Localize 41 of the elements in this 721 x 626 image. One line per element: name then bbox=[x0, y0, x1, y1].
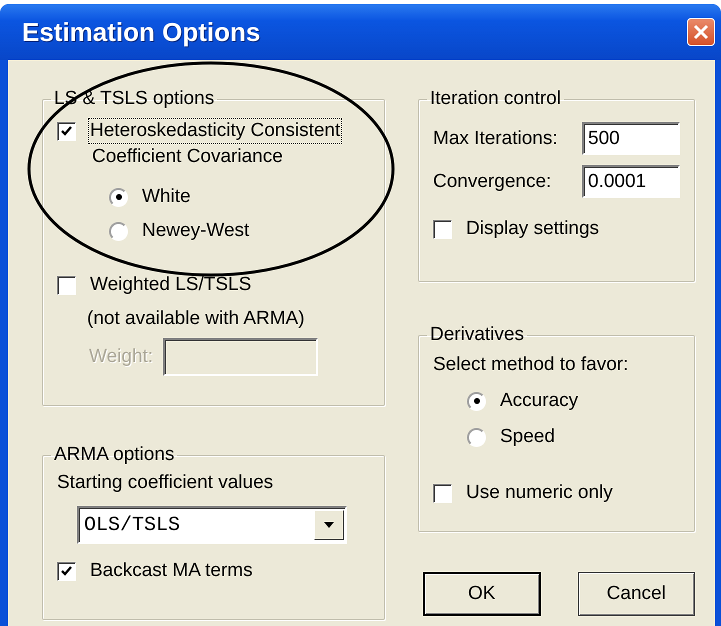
checkbox-label[interactable]: Display settings bbox=[466, 218, 600, 240]
checkbox[interactable] bbox=[57, 562, 76, 580]
radio-label[interactable]: Newey-West bbox=[142, 220, 250, 242]
field-label: Max Iterations: bbox=[433, 128, 558, 150]
close-icon bbox=[693, 24, 709, 40]
checkbox[interactable] bbox=[433, 220, 452, 238]
close-button[interactable] bbox=[687, 18, 715, 46]
dropdown-button[interactable] bbox=[314, 510, 344, 540]
radio-button[interactable] bbox=[109, 188, 128, 206]
dropdown[interactable]: OLS/TSLS bbox=[77, 506, 347, 544]
dropdown-value: OLS/TSLS bbox=[84, 514, 182, 536]
field-label: Starting coefficient values bbox=[57, 472, 274, 494]
radio-button[interactable] bbox=[109, 222, 128, 240]
radio-label[interactable]: Accuracy bbox=[500, 390, 578, 412]
checkbox[interactable] bbox=[57, 122, 76, 140]
group-title: Derivatives bbox=[429, 324, 525, 346]
group-title: ARMA options bbox=[53, 444, 176, 466]
radio-label[interactable]: White bbox=[142, 186, 191, 208]
radio-button[interactable] bbox=[467, 428, 486, 446]
radio-label[interactable]: Speed bbox=[500, 426, 555, 448]
checkbox[interactable] bbox=[433, 484, 452, 502]
checkbox-label[interactable]: Use numeric only bbox=[466, 482, 613, 504]
checkbox-label[interactable]: Backcast MA terms bbox=[90, 560, 253, 582]
checkbox[interactable] bbox=[57, 276, 76, 294]
input-field[interactable]: 500 bbox=[582, 122, 680, 155]
checkbox-label: Coefficient Covariance bbox=[92, 146, 283, 168]
input-field[interactable]: 0.0001 bbox=[582, 165, 680, 198]
group-title: Iteration control bbox=[429, 88, 562, 110]
prompt-text: Select method to favor: bbox=[433, 354, 628, 376]
checkmark-icon bbox=[61, 566, 72, 576]
caret-icon bbox=[324, 522, 334, 528]
radio-button[interactable] bbox=[467, 392, 486, 410]
ok-button[interactable]: OK bbox=[423, 572, 540, 616]
note-text: (not available with ARMA) bbox=[87, 308, 305, 330]
field-label: Weight: bbox=[89, 346, 154, 368]
checkbox-label[interactable]: Weighted LS/TSLS bbox=[90, 274, 252, 296]
field-label: Convergence: bbox=[433, 170, 552, 192]
checkmark-icon bbox=[61, 126, 72, 136]
window-title: Estimation Options bbox=[22, 16, 260, 48]
cancel-button[interactable]: Cancel bbox=[578, 572, 695, 616]
checkbox-label[interactable]: Heteroskedasticity Consistent bbox=[90, 120, 340, 142]
